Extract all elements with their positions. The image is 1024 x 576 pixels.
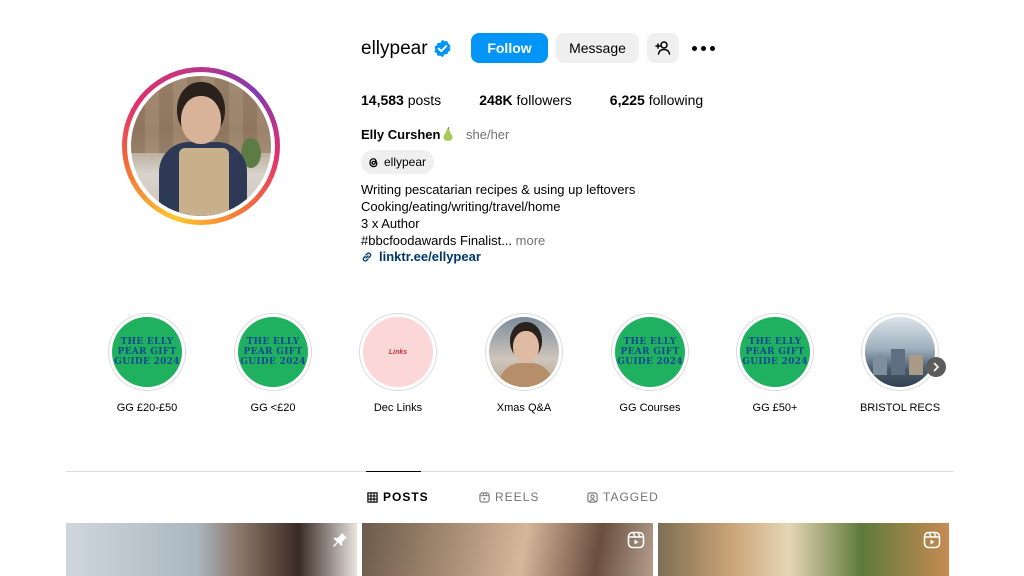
highlight-cover: Links [359,313,437,391]
highlight-label: GG <£20 [250,402,296,414]
bio-external-link[interactable]: linktr.ee/ellypear [361,249,481,264]
bio-line: #bbcfoodawards Finalist... more [361,232,635,249]
highlight-label: Xmas Q&A [496,402,552,414]
chevron-right-icon [933,362,940,372]
bio: Writing pescatarian recipes & using up l… [361,181,635,249]
highlight-cover [485,313,563,391]
bio-line: Writing pescatarian recipes & using up l… [361,182,636,197]
profile-stats: 14,583 posts 248K followers 6,225 follow… [361,92,741,108]
full-name: Elly Curshen [361,127,441,142]
avatar-head [181,96,221,144]
highlight-cover: THE ELLY PEAR GIFT GUIDE 2024 [736,313,814,391]
follow-button[interactable]: Follow [471,33,548,63]
posts-count-value: 14,583 [361,92,404,108]
highlight-cover-text: THE ELLY PEAR GIFT GUIDE 2024 [114,337,180,367]
avatar-inner [127,72,275,220]
photo-building [891,349,905,375]
highlight-cover-text: Links [388,348,408,356]
highlight-cover-text: THE ELLY PEAR GIFT GUIDE 2024 [617,337,683,367]
highlight-item[interactable]: Xmas Q&A [484,313,564,414]
bio-link-text: linktr.ee/ellypear [379,249,481,264]
highlight-item[interactable]: THE ELLY PEAR GIFT GUIDE 2024 GG £50+ [735,313,815,414]
photo-building [909,355,923,375]
highlight-cover: THE ELLY PEAR GIFT GUIDE 2024 [108,313,186,391]
highlight-image: THE ELLY PEAR GIFT GUIDE 2024 [740,317,810,387]
username: ellypear [361,38,428,59]
highlight-label: BRISTOL RECS [859,402,941,414]
highlight-cover [861,313,939,391]
highlight-item[interactable]: THE ELLY PEAR GIFT GUIDE 2024 GG Courses [610,313,690,414]
message-button[interactable]: Message [556,33,639,63]
photo-person-head [513,331,539,363]
posts-count: 14,583 posts [361,92,441,108]
dot [700,45,706,51]
pronouns: she/her [466,127,510,142]
add-person-icon [655,41,671,55]
hashtag-text[interactable]: #bbcfoodawards Finalist... [361,233,512,248]
highlight-item[interactable]: Links Dec Links [358,313,438,414]
dot [709,45,715,51]
highlight-cover-text: THE ELLY PEAR GIFT GUIDE 2024 [742,337,808,367]
grid-icon [367,491,378,503]
followers-count[interactable]: 248K followers [479,92,572,108]
highlight-label: GG £20-£50 [116,402,178,414]
tab-label: TAGGED [603,490,659,504]
highlight-image: THE ELLY PEAR GIFT GUIDE 2024 [112,317,182,387]
tab-reels[interactable]: REELS [479,490,539,504]
highlight-image: THE ELLY PEAR GIFT GUIDE 2024 [238,317,308,387]
pear-emoji-icon [443,127,453,141]
highlight-label: GG Courses [619,402,681,414]
tabs-divider [66,471,954,472]
reels-icon [479,491,490,503]
threads-handle: ellypear [384,155,427,169]
pin-icon [333,533,347,547]
threads-icon [369,157,378,167]
active-tab-indicator [366,471,421,472]
photo-building [873,357,887,375]
highlight-item[interactable]: THE ELLY PEAR GIFT GUIDE 2024 GG <£20 [233,313,313,414]
highlight-image [489,317,559,387]
tab-tagged[interactable]: TAGGED [587,490,659,504]
highlight-image: Links [363,317,433,387]
link-icon [362,251,372,262]
reel-icon [923,531,941,549]
bio-more-link[interactable]: more [512,233,546,248]
reel-icon [627,531,645,549]
post-thumbnail[interactable] [362,523,653,576]
avatar-photo [131,76,271,216]
more-options-icon[interactable] [690,37,716,59]
highlight-item[interactable]: THE ELLY PEAR GIFT GUIDE 2024 GG £20-£50 [107,313,187,414]
tab-label: POSTS [383,490,429,504]
suggested-accounts-button[interactable] [647,33,679,63]
tagged-icon [587,491,598,503]
highlight-image [865,317,935,387]
highlight-label: GG £50+ [752,402,798,414]
post-thumbnail[interactable] [658,523,949,576]
bio-line: 3 x Author [361,216,420,231]
followers-count-label: followers [516,92,572,108]
profile-avatar[interactable] [122,67,280,225]
bio-line: Cooking/eating/writing/travel/home [361,199,561,214]
avatar-apron [179,148,229,216]
tab-posts[interactable]: POSTS [367,490,429,504]
posts-count-label: posts [407,92,442,108]
following-count[interactable]: 6,225 following [610,92,703,108]
highlight-image: THE ELLY PEAR GIFT GUIDE 2024 [615,317,685,387]
following-count-value: 6,225 [609,92,645,108]
post-thumbnail[interactable] [66,523,357,576]
followers-count-value: 248K [479,92,513,108]
verified-badge-icon [434,39,451,58]
highlight-label: Dec Links [373,402,423,414]
highlight-cover: THE ELLY PEAR GIFT GUIDE 2024 [611,313,689,391]
highlights-next-button[interactable] [926,357,946,377]
following-count-label: following [648,92,704,108]
highlight-cover: THE ELLY PEAR GIFT GUIDE 2024 [234,313,312,391]
photo-person-body [499,363,553,387]
highlight-cover-text: THE ELLY PEAR GIFT GUIDE 2024 [240,337,306,367]
dot [691,45,697,51]
tab-label: REELS [495,490,540,504]
threads-badge[interactable]: ellypear [361,150,435,174]
